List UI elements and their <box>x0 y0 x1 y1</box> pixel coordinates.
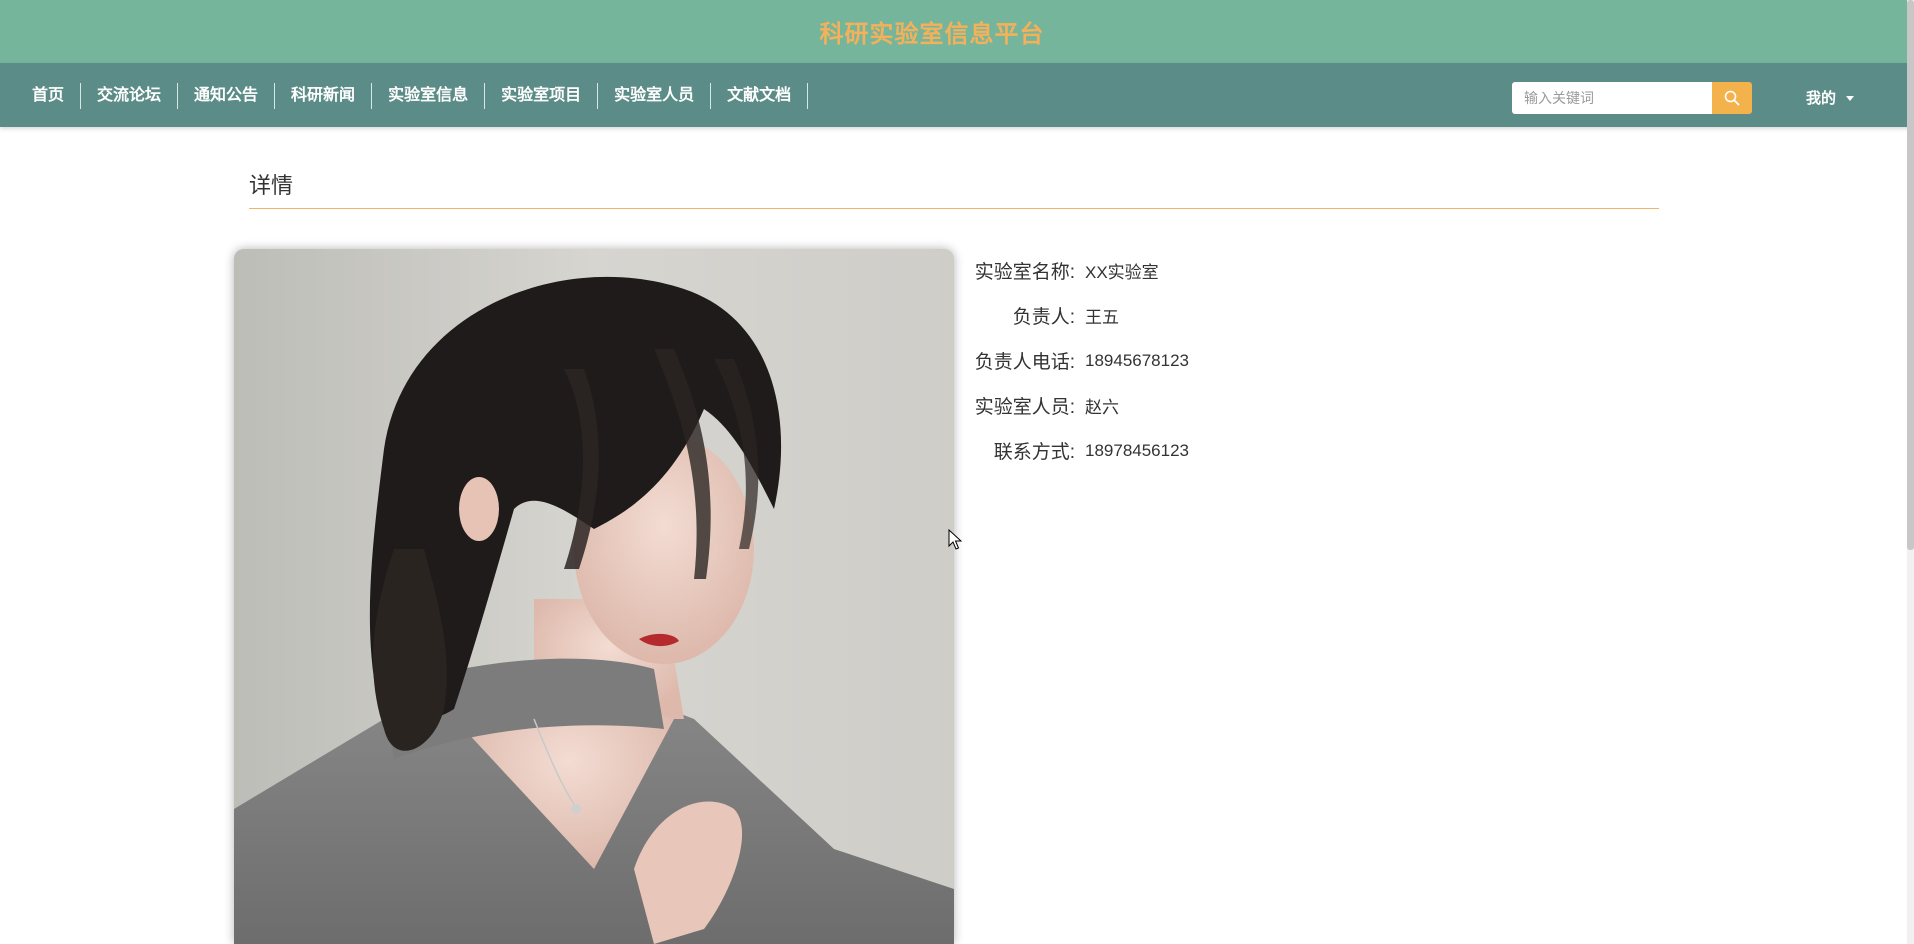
lab-leader-value: 王五 <box>1085 308 1119 327</box>
nav-item-forum[interactable]: 交流论坛 <box>81 83 179 109</box>
scrollbar-thumb[interactable] <box>1907 0 1914 550</box>
detail-row-lab-name: 实验室名称: XX实验室 <box>970 248 1189 293</box>
nav-item-home[interactable]: 首页 <box>16 83 82 109</box>
lab-leader-label: 负责人: <box>1012 307 1075 328</box>
nav-item-lab-projects[interactable]: 实验室项目 <box>485 83 599 109</box>
search-input[interactable] <box>1512 82 1712 114</box>
nav-item-lab-members[interactable]: 实验室人员 <box>598 83 712 109</box>
title-bar: 科研实验室信息平台 <box>0 0 1914 63</box>
lab-name-value: XX实验室 <box>1085 263 1159 282</box>
mouse-cursor-icon <box>948 529 962 550</box>
search-icon <box>1724 90 1740 106</box>
site-title: 科研实验室信息平台 <box>819 21 1045 48</box>
search-box <box>1512 82 1752 114</box>
scrollbar[interactable] <box>1907 0 1914 944</box>
lab-photo <box>234 249 954 944</box>
nav-bar: 首页交流论坛通知公告科研新闻实验室信息实验室项目实验室人员文献文档 我的 <box>0 63 1914 127</box>
section-title: 详情 <box>249 173 294 198</box>
section-divider <box>249 208 1659 209</box>
lab-photo-image <box>234 249 954 944</box>
lab-members-label: 实验室人员: <box>974 397 1075 418</box>
lab-leader-phone-value: 18945678123 <box>1085 350 1190 370</box>
nav-item-announcements[interactable]: 通知公告 <box>178 83 276 109</box>
lab-contact-value: 18978456123 <box>1085 440 1190 460</box>
lab-members-value: 赵六 <box>1085 398 1119 417</box>
detail-row-lab-leader: 负责人: 王五 <box>970 293 1189 338</box>
nav-item-lab-info[interactable]: 实验室信息 <box>372 83 486 109</box>
lab-contact-label: 联系方式: <box>993 442 1075 463</box>
lab-name-label: 实验室名称: <box>974 262 1075 283</box>
search-button[interactable] <box>1712 82 1752 114</box>
nav-item-literature[interactable]: 文献文档 <box>711 83 809 109</box>
detail-row-lab-members: 实验室人员: 赵六 <box>970 383 1189 428</box>
nav-list: 首页 交流论坛 通知公告 科研新闻 实验室信息 实验室项目 实验室人员 文献文档 <box>16 83 809 109</box>
lab-leader-phone-label: 负责人电话: <box>974 352 1075 373</box>
detail-row-lab-contact: 联系方式: 18978456123 <box>970 428 1189 473</box>
user-menu[interactable]: 我的 <box>1806 85 1855 109</box>
detail-fields: 实验室名称: XX实验室负责人: 王五负责人电话: 18945678123 实验室人员:… <box>970 248 1189 473</box>
nav-item-research-news[interactable]: 科研新闻 <box>275 83 373 109</box>
caret-down-icon <box>1846 95 1855 101</box>
user-menu-label: 我的 <box>1806 89 1837 107</box>
detail-row-lab-leader-phone: 负责人电话: 18945678123 <box>970 338 1189 383</box>
